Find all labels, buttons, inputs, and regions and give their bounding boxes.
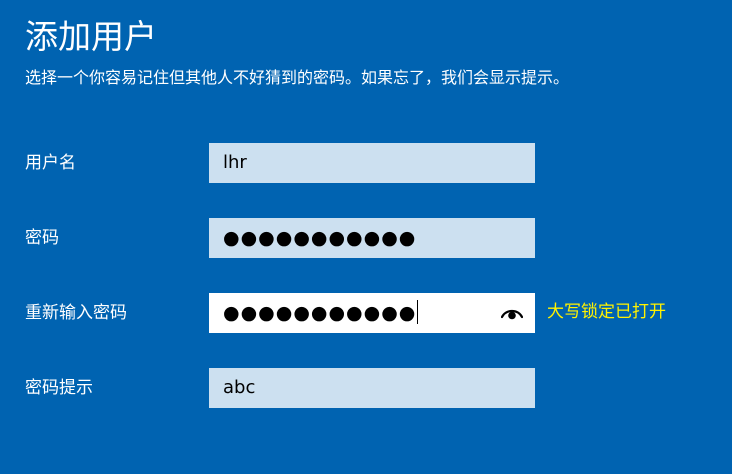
capslock-warning: 大写锁定已打开 <box>547 302 666 322</box>
password-field[interactable]: ●●●●●●●●●●● <box>209 218 535 258</box>
username-value: lhr <box>223 152 247 173</box>
text-caret <box>417 300 419 324</box>
confirm-password-value: ●●●●●●●●●●● <box>223 302 417 324</box>
reveal-password-button[interactable] <box>499 301 525 325</box>
confirm-password-label: 重新输入密码 <box>25 303 127 323</box>
hint-value: abc <box>223 377 256 398</box>
confirm-password-field[interactable]: ●●●●●●●●●●● <box>209 293 535 333</box>
password-label: 密码 <box>25 228 59 248</box>
username-field[interactable]: lhr <box>209 143 535 183</box>
page-subtitle: 选择一个你容易记住但其他人不好猜到的密码。如果忘了，我们会显示提示。 <box>25 68 570 87</box>
page-title: 添加用户 <box>25 17 157 56</box>
hint-field[interactable]: abc <box>209 368 535 408</box>
hint-label: 密码提示 <box>25 378 93 398</box>
password-value: ●●●●●●●●●●● <box>223 227 417 249</box>
eye-icon <box>501 309 523 320</box>
username-label: 用户名 <box>25 153 76 173</box>
